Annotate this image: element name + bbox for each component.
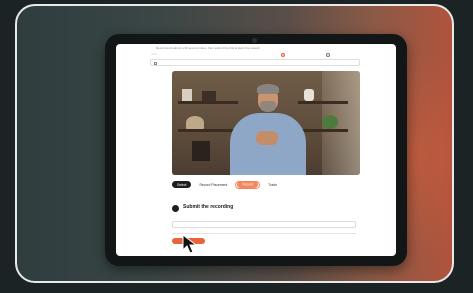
tab-record-placement[interactable]: Record Placement <box>194 181 232 188</box>
person-beard <box>260 101 276 112</box>
divider <box>172 233 356 234</box>
tablet-screen: Record and submit a 30 second video, the… <box>116 44 396 256</box>
books <box>192 141 210 161</box>
checkbox-icon <box>154 61 157 65</box>
status-badge <box>151 53 157 55</box>
person-hair <box>257 84 279 94</box>
submit-text: Submit the recording <box>183 204 233 210</box>
tab-select[interactable]: Select <box>172 181 192 188</box>
upload-icon <box>172 205 179 212</box>
link-input[interactable] <box>172 221 356 228</box>
tablet-device: Record and submit a 30 second video, the… <box>105 34 407 266</box>
tab-record-wrapper: Record <box>235 180 261 189</box>
option-radio-1[interactable] <box>281 53 287 57</box>
plant <box>322 115 338 129</box>
tab-record[interactable]: Record <box>237 181 259 188</box>
radio-selected-icon <box>281 53 285 57</box>
video-preview[interactable] <box>172 71 360 175</box>
camera-icon <box>252 38 257 43</box>
step-tabs: Select Record Placement Record Trade <box>172 180 282 189</box>
submit-title: Submit the recording <box>183 204 234 210</box>
bookshelf <box>298 101 348 104</box>
tab-trade[interactable]: Trade <box>263 181 282 188</box>
radio-icon <box>326 53 330 57</box>
submit-section: Submit the recording <box>172 204 233 212</box>
pointer-cursor-icon <box>182 234 198 254</box>
guidance-checkbox-row[interactable] <box>150 59 360 66</box>
picture-frame <box>182 89 192 101</box>
page-instructions: Record and submit a 30 second video, the… <box>156 46 260 50</box>
books <box>202 91 216 101</box>
vase <box>304 89 314 101</box>
bookshelf <box>298 129 348 132</box>
decor-bowl <box>186 116 204 129</box>
bookshelf <box>178 101 238 104</box>
showcase-frame: Record and submit a 30 second video, the… <box>15 4 454 283</box>
bookshelf <box>178 129 238 132</box>
person-hands <box>256 131 278 145</box>
option-radio-2[interactable] <box>326 53 332 57</box>
